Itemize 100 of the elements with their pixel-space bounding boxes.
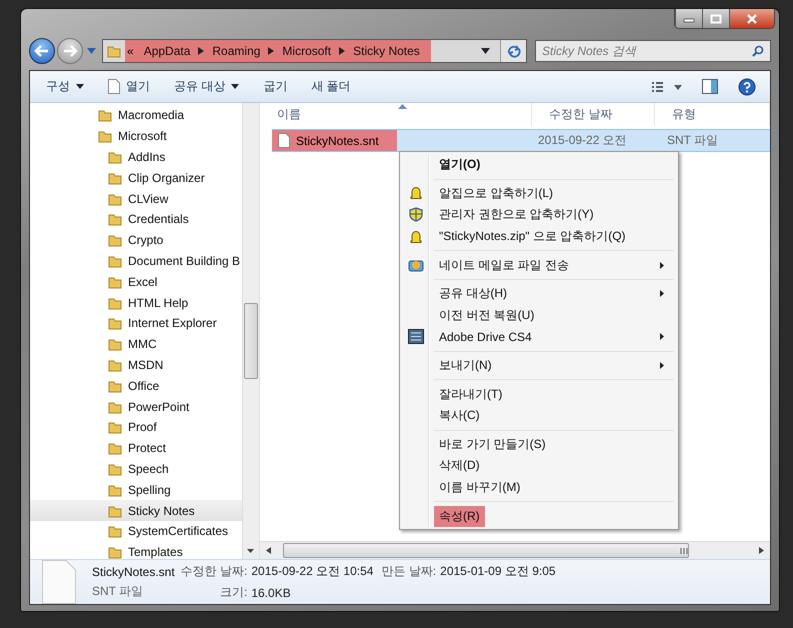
breadcrumb-item[interactable]: AppData bbox=[144, 44, 190, 58]
toolbar-button[interactable]: 구성 bbox=[36, 75, 94, 98]
details-file-type: SNT 파일 bbox=[92, 582, 144, 600]
submenu-arrow-icon bbox=[660, 362, 664, 370]
scroll-left-icon bbox=[266, 547, 271, 554]
tree-item[interactable]: CLView bbox=[30, 188, 242, 209]
bell-icon bbox=[410, 230, 422, 244]
forward-button[interactable] bbox=[57, 38, 83, 64]
folder-icon bbox=[108, 254, 122, 268]
tree-item[interactable]: Sticky Notes bbox=[30, 500, 242, 521]
menu-item-label: 이름 바꾸기(M) bbox=[438, 479, 522, 496]
refresh-icon bbox=[506, 44, 522, 58]
column-header[interactable]: 수정한 날짜 bbox=[532, 103, 655, 126]
tree-item[interactable]: Document Building B bbox=[30, 250, 242, 272]
tree-item[interactable]: Clip Organizer bbox=[30, 167, 242, 188]
folder-icon bbox=[108, 358, 122, 372]
menu-item[interactable]: Adobe Drive CS4 bbox=[402, 326, 676, 348]
tree-item[interactable]: Spelling bbox=[30, 479, 242, 500]
close-icon bbox=[746, 14, 758, 24]
tree-item[interactable]: HTML Help bbox=[30, 292, 242, 313]
tree-item[interactable]: PowerPoint bbox=[30, 396, 242, 417]
maximize-button[interactable] bbox=[702, 9, 729, 28]
menu-item[interactable]: 공유 대상(H) bbox=[402, 282, 676, 305]
submenu-arrow-icon bbox=[660, 262, 664, 269]
address-bar[interactable]: « AppData Roaming Microsoft Sticky Notes bbox=[102, 39, 527, 63]
folder-icon bbox=[108, 150, 122, 164]
tree-item[interactable]: Credentials bbox=[30, 208, 242, 230]
folder-icon bbox=[108, 274, 122, 289]
menu-item[interactable]: 알집으로 압축하기(L) bbox=[402, 182, 676, 204]
file-row[interactable]: StickyNotes.snt 2015-09-22 오전 SNT 파일 bbox=[272, 129, 770, 152]
separator-arrow-icon bbox=[198, 47, 204, 55]
toolbar-button[interactable]: 새 폴더 bbox=[301, 75, 361, 98]
menu-item-label: 이전 버전 복원(U) bbox=[438, 306, 536, 324]
menu-item[interactable]: 이름 바꾸기(M) bbox=[402, 476, 676, 498]
tree-item[interactable]: Proof bbox=[30, 416, 242, 438]
menu-item-label: 네이트 메일로 파일 전송 bbox=[438, 256, 570, 274]
tree-item[interactable]: AddIns bbox=[30, 146, 242, 168]
date-cell-text: 2015-09-22 오전 bbox=[537, 132, 628, 149]
tree-item[interactable]: Protect bbox=[30, 438, 242, 459]
drive-icon bbox=[408, 329, 424, 344]
menu-item[interactable]: 속성(R) bbox=[402, 505, 676, 527]
minimize-button[interactable] bbox=[675, 9, 702, 28]
menu-item[interactable]: 네이트 메일로 파일 전송 bbox=[402, 254, 676, 276]
back-button[interactable] bbox=[29, 38, 55, 64]
menu-item[interactable]: 보내기(N) bbox=[402, 354, 676, 376]
sort-arrow-icon bbox=[398, 104, 407, 109]
folder-icon bbox=[108, 400, 122, 414]
scroll-thumb[interactable] bbox=[244, 303, 258, 379]
column-header[interactable]: 유형 bbox=[655, 103, 770, 126]
breadcrumb-item[interactable]: Sticky Notes bbox=[353, 44, 420, 58]
menu-item[interactable]: 복사(C) bbox=[402, 404, 676, 427]
list-view-icon bbox=[652, 80, 682, 92]
horizontal-scrollbar[interactable] bbox=[260, 541, 770, 559]
menu-item-label: Adobe Drive CS4 bbox=[438, 328, 533, 346]
tree-item[interactable]: Office bbox=[30, 375, 242, 396]
folder-icon bbox=[108, 192, 122, 206]
dropdown-caret-icon[interactable] bbox=[481, 48, 490, 54]
menu-item[interactable]: 잘라내기(T) bbox=[402, 383, 676, 405]
toolbar-button[interactable]: 공유 대상 bbox=[164, 75, 250, 98]
folder-icon bbox=[108, 170, 122, 185]
menu-item-label: 복사(C) bbox=[438, 407, 481, 424]
toolbar-button[interactable]: 열기 bbox=[98, 75, 160, 98]
search-field[interactable]: Sticky Notes 검색 bbox=[535, 40, 771, 62]
menu-item-label: 공유 대상(H) bbox=[438, 285, 508, 302]
overflow-chevron[interactable]: « bbox=[127, 44, 134, 58]
breadcrumb-item[interactable]: Microsoft bbox=[282, 44, 332, 58]
details-value: 16.0KB bbox=[251, 586, 292, 600]
folder-icon bbox=[108, 462, 122, 476]
tree-item[interactable]: Crypto bbox=[30, 230, 242, 251]
menu-item-label: 바로 가기 만들기(S) bbox=[438, 436, 547, 453]
toolbar-button[interactable]: 굽기 bbox=[253, 75, 298, 98]
tree-item[interactable]: MSDN bbox=[30, 354, 242, 376]
menu-item[interactable]: 관리자 권한으로 압축하기(Y) bbox=[402, 204, 676, 226]
folder-icon bbox=[108, 337, 122, 352]
menu-item[interactable]: 삭제(D) bbox=[402, 455, 676, 477]
menu-item[interactable]: 열기(O) bbox=[402, 154, 676, 176]
breadcrumb-item[interactable]: Roaming bbox=[212, 44, 260, 58]
tree-item[interactable]: SystemCertificates bbox=[30, 520, 242, 542]
tree-item[interactable]: Excel bbox=[30, 271, 242, 292]
close-button[interactable] bbox=[729, 9, 774, 28]
tree-item[interactable]: Templates bbox=[30, 542, 242, 559]
folder-icon bbox=[107, 44, 121, 58]
grip-icon bbox=[680, 548, 688, 554]
refresh-button[interactable] bbox=[500, 40, 526, 62]
folder-icon bbox=[98, 129, 112, 144]
bell-icon bbox=[410, 186, 422, 200]
type-cell-text: SNT 파일 bbox=[666, 132, 720, 149]
caret-icon[interactable] bbox=[87, 48, 96, 54]
menu-item-label: 열기(O) bbox=[438, 156, 482, 174]
menu-item[interactable]: "StickyNotes.zip" 으로 압축하기(Q) bbox=[402, 226, 676, 248]
help-icon bbox=[738, 78, 756, 96]
tree-item[interactable]: Speech bbox=[30, 458, 242, 480]
menu-item[interactable]: 바로 가기 만들기(S) bbox=[402, 434, 676, 456]
menu-item[interactable]: 이전 버전 복원(U) bbox=[402, 304, 676, 326]
folder-icon bbox=[108, 296, 122, 310]
vertical-scrollbar[interactable] bbox=[242, 103, 259, 559]
tree-item[interactable]: Internet Explorer bbox=[30, 312, 242, 334]
tree-item[interactable]: Macromedia bbox=[30, 105, 242, 126]
tree-item[interactable]: Microsoft bbox=[30, 126, 242, 147]
tree-item[interactable]: MMC bbox=[30, 334, 242, 355]
